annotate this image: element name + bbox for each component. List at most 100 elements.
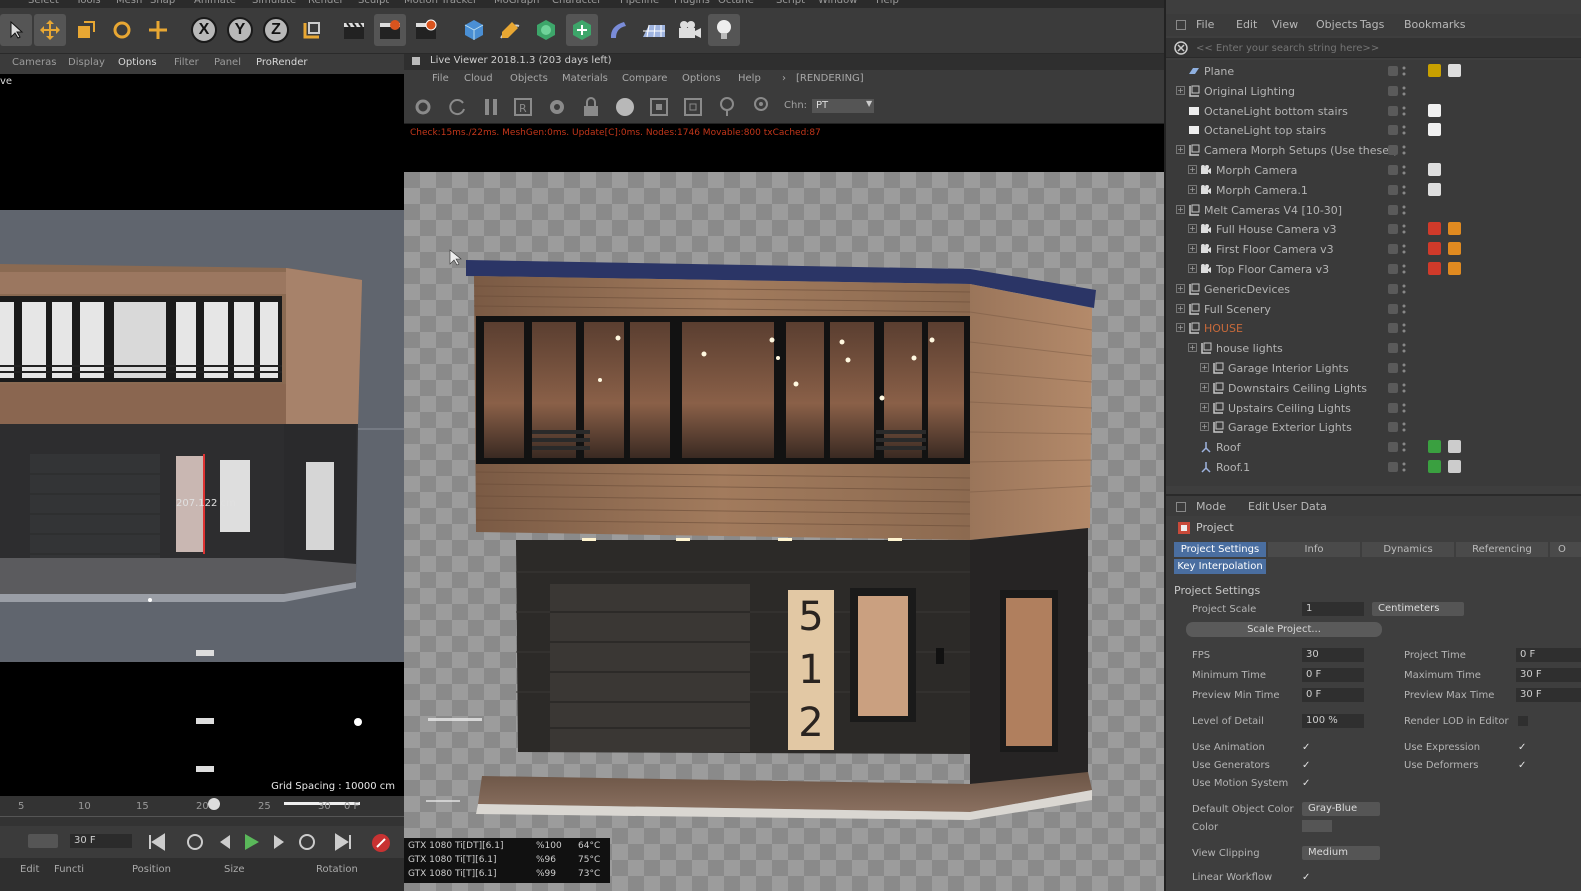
menu-item[interactable]: MoGraph xyxy=(494,0,539,6)
render-dots-icon[interactable] xyxy=(1402,262,1406,276)
visibility-toggle[interactable] xyxy=(1388,422,1398,433)
editor-viewport[interactable]: ve 207.122 cm Grid Spacing: 10000 cm xyxy=(0,74,404,796)
visibility-toggle[interactable] xyxy=(1388,145,1398,156)
visibility-toggle[interactable] xyxy=(1388,125,1398,136)
object-tree-row[interactable]: + Morph Camera xyxy=(1166,161,1581,181)
attribute-menu-item[interactable]: Mode xyxy=(1196,500,1226,513)
preview-min-field[interactable]: 0 F xyxy=(1302,688,1364,702)
render-dots-icon[interactable] xyxy=(1402,420,1406,434)
render-dots-icon[interactable] xyxy=(1402,440,1406,454)
object-tree[interactable]: Plane + Original Lighting OctaneLight botto… xyxy=(1166,60,1581,486)
y-axis-button[interactable]: Y xyxy=(224,14,256,46)
expand-toggle-icon[interactable]: + xyxy=(1200,363,1209,372)
object-tree-row[interactable]: Roof xyxy=(1166,438,1581,458)
object-tree-row[interactable]: + house lights xyxy=(1166,339,1581,359)
light-tag-icon[interactable] xyxy=(1428,103,1441,117)
step-forward-icon[interactable] xyxy=(268,832,290,852)
expand-toggle-icon[interactable]: + xyxy=(1200,422,1209,432)
coordinate-system-button[interactable] xyxy=(296,14,328,46)
object-tree-row[interactable]: + Original Lighting xyxy=(1166,82,1581,102)
render-dots-icon[interactable] xyxy=(1402,242,1406,256)
object-tree-row[interactable]: + Upstairs Ceiling Lights xyxy=(1166,399,1581,419)
spline-pen-button[interactable] xyxy=(494,14,526,46)
live-viewer-menu-item[interactable]: Cloud xyxy=(464,73,493,84)
loop-forward-icon[interactable] xyxy=(296,832,318,852)
expand-toggle-icon[interactable]: + xyxy=(1188,244,1197,254)
step-back-icon[interactable] xyxy=(214,832,236,852)
menu-item[interactable]: Script xyxy=(776,0,805,6)
sphere-icon[interactable] xyxy=(614,96,636,118)
camera-tag-icon[interactable] xyxy=(1428,182,1441,196)
render-dots-icon[interactable] xyxy=(1402,341,1406,355)
object-manager-menu-item[interactable]: Bookmarks xyxy=(1404,18,1465,31)
render-lod-checkbox[interactable] xyxy=(1518,716,1528,726)
expand-toggle-icon[interactable]: + xyxy=(1176,85,1185,95)
octane-camera-tag-icon[interactable] xyxy=(1428,262,1441,275)
live-viewer-menu-item[interactable]: Options xyxy=(682,73,721,84)
expand-toggle-icon[interactable]: + xyxy=(1188,184,1197,194)
preview-max-field[interactable]: 30 F xyxy=(1516,688,1581,702)
expand-toggle-icon[interactable]: + xyxy=(1176,323,1185,333)
object-tree-row[interactable]: OctaneLight top stairs xyxy=(1166,121,1581,141)
protection-tag-icon[interactable] xyxy=(1448,262,1461,275)
visibility-toggle[interactable] xyxy=(1388,264,1398,274)
menu-item[interactable]: Window xyxy=(818,0,857,6)
visibility-toggle[interactable] xyxy=(1388,105,1398,116)
visibility-toggle[interactable] xyxy=(1388,165,1398,175)
menu-item[interactable]: Simulate xyxy=(252,0,296,6)
render-dots-icon[interactable] xyxy=(1402,460,1406,474)
viewport-menu-item[interactable]: Cameras xyxy=(12,57,56,68)
viewport-menu-item[interactable]: Display xyxy=(68,57,105,68)
object-tree-row[interactable]: + Full House Camera v3 xyxy=(1166,220,1581,240)
visibility-toggle[interactable] xyxy=(1388,442,1398,453)
level-of-detail-field[interactable]: 100 % xyxy=(1302,714,1364,728)
expand-toggle-icon[interactable]: + xyxy=(1176,204,1185,214)
deformer-button[interactable] xyxy=(602,14,634,46)
linear-workflow-checkbox[interactable]: ✓ xyxy=(1302,872,1313,883)
move-tool-button[interactable] xyxy=(34,14,66,46)
expand-toggle-icon[interactable]: + xyxy=(1176,145,1185,155)
render-dots-icon[interactable] xyxy=(1402,104,1406,118)
menu-item[interactable]: Render xyxy=(308,0,344,6)
object-manager-menu-item[interactable]: Edit xyxy=(1236,18,1257,31)
menu-item[interactable]: Tools xyxy=(76,0,101,6)
tab-dynamics[interactable]: Dynamics xyxy=(1362,542,1454,557)
viewport-menu-item[interactable]: Filter xyxy=(174,57,199,68)
coord-menu-item[interactable]: Edit xyxy=(20,864,39,875)
timeline-ruler[interactable]: 5 10 15 20 25 30 0 F xyxy=(0,796,404,826)
channel-dropdown[interactable]: PT xyxy=(812,99,874,113)
visibility-toggle[interactable] xyxy=(1388,343,1398,354)
visibility-toggle[interactable] xyxy=(1388,184,1398,195)
frame-alt-icon[interactable] xyxy=(682,96,704,118)
octane-camera-tag-icon[interactable] xyxy=(1428,242,1441,256)
render-dots-icon[interactable] xyxy=(1402,282,1406,296)
use-expression-checkbox[interactable]: ✓ xyxy=(1518,742,1529,753)
visibility-toggle[interactable] xyxy=(1388,382,1398,393)
visibility-toggle[interactable] xyxy=(1388,85,1398,96)
pause-icon[interactable] xyxy=(480,96,502,118)
attribute-menu-item[interactable]: User Data xyxy=(1272,500,1327,513)
menu-item[interactable]: Plugins xyxy=(674,0,710,6)
object-manager-menu-item[interactable]: View xyxy=(1272,18,1298,31)
light-button[interactable] xyxy=(708,14,740,46)
render-dots-icon[interactable] xyxy=(1402,183,1406,197)
object-tree-row[interactable]: + Garage Interior Lights xyxy=(1166,359,1581,379)
subdivision-button[interactable] xyxy=(530,14,562,46)
object-tree-row[interactable]: + Full Scenery xyxy=(1166,300,1581,320)
render-picture-viewer-button[interactable] xyxy=(374,14,406,46)
menu-item[interactable]: Select xyxy=(28,0,59,6)
checker-material-icon[interactable] xyxy=(1448,460,1461,473)
visibility-toggle[interactable] xyxy=(1388,244,1398,255)
x-axis-button[interactable]: X xyxy=(188,14,220,46)
live-viewer-menu-item[interactable]: Help xyxy=(738,73,761,84)
visibility-toggle[interactable] xyxy=(1388,283,1398,294)
menu-item[interactable]: Sculpt xyxy=(358,0,389,6)
menu-item[interactable]: Octane xyxy=(718,0,754,6)
floor-button[interactable] xyxy=(638,14,670,46)
restart-icon[interactable] xyxy=(446,96,468,118)
rotate-tool-button[interactable] xyxy=(106,14,138,46)
live-viewer-menu-item[interactable]: File xyxy=(432,73,449,84)
visibility-toggle[interactable] xyxy=(1388,66,1398,76)
expand-toggle-icon[interactable]: + xyxy=(1200,402,1209,412)
end-frame-field[interactable]: 30 F xyxy=(70,834,132,848)
